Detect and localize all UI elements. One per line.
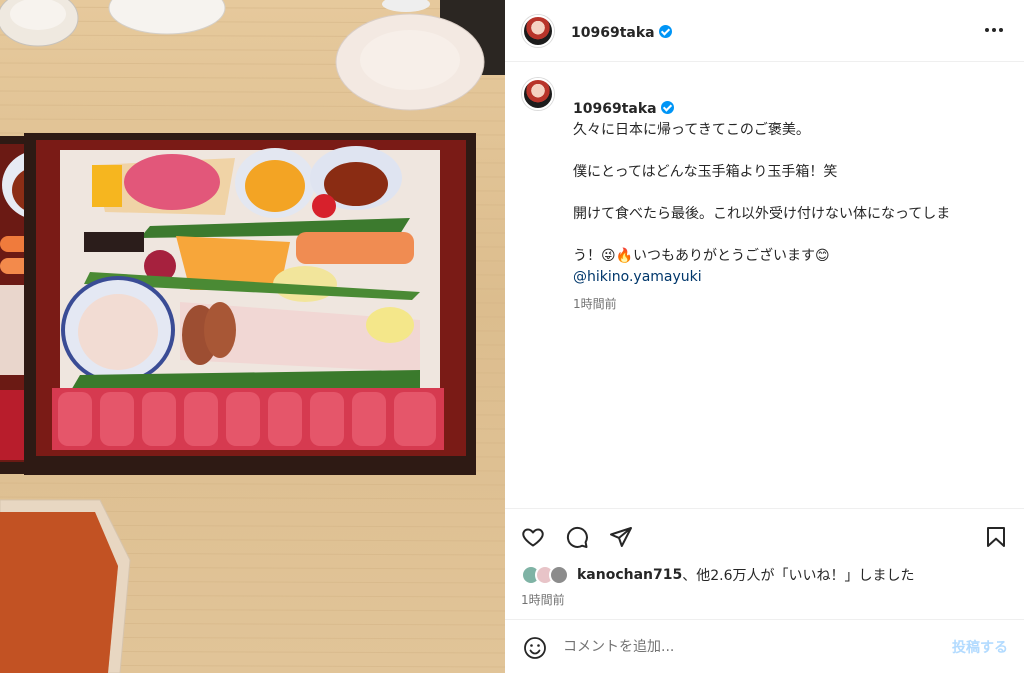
caption-text: 10969taka 久々に日本に帰ってきてこのご褒美。 僕にとってはどんな玉手箱… — [573, 78, 993, 267]
liker-avatars — [521, 565, 573, 585]
comment-bar: 投稿する — [505, 619, 1024, 673]
heart-icon[interactable] — [519, 523, 547, 551]
mention-link[interactable]: @hikino.yamayuki — [573, 267, 993, 288]
caption-avatar[interactable] — [522, 78, 554, 110]
caption-line-4: う！😜🔥いつもありがとうございます😊 — [573, 248, 830, 264]
verified-badge-icon — [660, 101, 674, 114]
action-icons — [519, 523, 635, 551]
emoji-icon[interactable] — [521, 634, 549, 662]
caption-line-1: 久々に日本に帰ってきてこのご褒美。 — [573, 122, 810, 138]
verified-badge-icon — [658, 25, 672, 38]
likes-text: 、他2.6万人が「いいね！」しました — [682, 568, 915, 584]
comment-input[interactable] — [563, 635, 923, 659]
post-timestamp: 1時間前 — [521, 593, 565, 607]
post-comment-button[interactable]: 投稿する — [952, 637, 1008, 657]
likes-summary[interactable]: kanochan715 、他2.6万人が「いいね！」しました — [521, 565, 915, 585]
bento-photo-illustration — [0, 0, 505, 673]
caption-line-2: 僕にとってはどんな玉手箱より玉手箱！笑 — [573, 164, 838, 180]
send-icon[interactable] — [607, 523, 635, 551]
author-username[interactable]: 10969taka — [571, 25, 655, 41]
post-header: 10969taka — [505, 0, 1024, 62]
bookmark-icon[interactable] — [982, 523, 1010, 551]
author-avatar[interactable] — [522, 15, 554, 47]
caption-timestamp: 1時間前 — [573, 297, 617, 311]
more-horizontal-icon[interactable] — [982, 18, 1006, 42]
caption-username[interactable]: 10969taka — [573, 101, 657, 117]
actions-area: kanochan715 、他2.6万人が「いいね！」しました 1時間前 — [505, 508, 1024, 619]
post-panel: 10969taka 10969taka 久々に日本に帰ってきてこのご褒美。 僕に… — [505, 0, 1024, 673]
post-photo[interactable] — [0, 0, 505, 673]
author-name-wrap: 10969taka — [571, 22, 672, 41]
likes-username[interactable]: kanochan715 — [577, 567, 682, 583]
comment-icon[interactable] — [563, 523, 591, 551]
caption-section: 10969taka 久々に日本に帰ってきてこのご褒美。 僕にとってはどんな玉手箱… — [505, 62, 1024, 507]
caption-line-3: 開けて食べたら最後。これ以外受け付けない体になってしま — [573, 206, 951, 222]
caption-body: 10969taka 久々に日本に帰ってきてこのご褒美。 僕にとってはどんな玉手箱… — [573, 78, 993, 315]
